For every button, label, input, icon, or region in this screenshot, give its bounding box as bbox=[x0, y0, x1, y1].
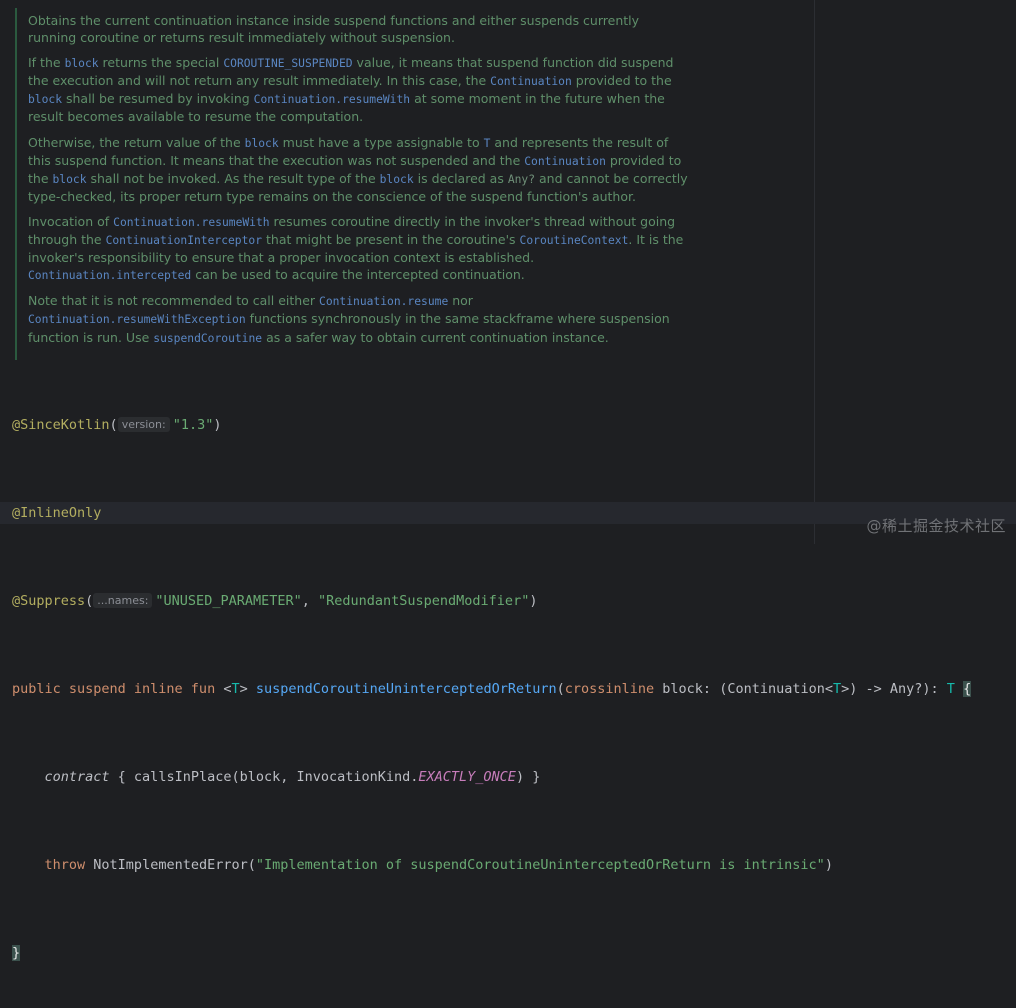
code-line-signature[interactable]: public suspend inline fun <T> suspendCor… bbox=[12, 678, 972, 700]
doc-code-ref[interactable]: block bbox=[245, 137, 279, 150]
doc-code-ref[interactable]: COROUTINE_SUSPENDED bbox=[223, 57, 352, 70]
matched-brace: { bbox=[963, 681, 972, 697]
doc-code-ref[interactable]: Continuation.resume bbox=[319, 295, 448, 308]
code-line-throw[interactable]: throw NotImplementedError("Implementatio… bbox=[12, 854, 971, 876]
code-line-contract[interactable]: contract { callsInPlace(block, Invocatio… bbox=[12, 766, 971, 788]
code-editor[interactable]: Obtains the current continuation instanc… bbox=[0, 0, 1016, 961]
matched-brace: } bbox=[12, 945, 21, 961]
doc-code-ref[interactable]: CoroutineContext bbox=[520, 234, 629, 247]
doc-paragraph-2: If the block returns the special COROUTI… bbox=[28, 55, 674, 125]
rendered-doc-comment[interactable]: Obtains the current continuation instanc… bbox=[28, 12, 688, 355]
doc-code-ref[interactable]: ContinuationInterceptor bbox=[106, 234, 262, 247]
doc-code-ref[interactable]: Continuation.resumeWith bbox=[254, 93, 410, 106]
doc-code-ref[interactable]: suspendCoroutine bbox=[153, 332, 262, 345]
param-name-hint: ...names: bbox=[93, 593, 153, 608]
code-line-inline-only[interactable]: @InlineOnly bbox=[12, 502, 971, 524]
doc-paragraph-4: Invocation of Continuation.resumeWith re… bbox=[28, 213, 684, 283]
doc-paragraph-1: Obtains the current continuation instanc… bbox=[28, 13, 640, 46]
code-line-since-kotlin[interactable]: @SinceKotlin(version: "1.3") bbox=[12, 414, 971, 436]
code-line-closing-brace[interactable]: } bbox=[12, 942, 971, 964]
doc-comment-gutter-bar bbox=[15, 8, 17, 360]
doc-paragraph-5: Note that it is not recommended to call … bbox=[28, 293, 670, 345]
doc-code-ref[interactable]: Continuation bbox=[524, 155, 606, 168]
watermark: @稀土掘金技术社区 bbox=[866, 517, 1006, 535]
doc-code-ref[interactable]: block bbox=[65, 57, 99, 70]
doc-code-ref[interactable]: block bbox=[53, 173, 87, 186]
doc-inline-code: Any? bbox=[507, 172, 536, 186]
param-name-hint: version: bbox=[117, 417, 170, 432]
doc-code-ref[interactable]: Continuation.resumeWith bbox=[113, 216, 269, 229]
doc-code-ref[interactable]: block bbox=[28, 93, 62, 106]
code-block[interactable]: @SinceKotlin(version: "1.3") @InlineOnly … bbox=[12, 370, 972, 1008]
doc-paragraph-3: Otherwise, the return value of the block… bbox=[28, 134, 688, 204]
doc-code-ref[interactable]: Continuation bbox=[490, 75, 572, 88]
doc-code-ref[interactable]: Continuation.intercepted bbox=[28, 269, 191, 282]
doc-code-ref[interactable]: Continuation.resumeWithException bbox=[28, 313, 246, 326]
doc-code-ref[interactable]: block bbox=[380, 173, 414, 186]
function-name[interactable]: suspendCoroutineUninterceptedOrReturn bbox=[256, 681, 557, 697]
code-line-suppress[interactable]: @Suppress(...names: "UNUSED_PARAMETER", "… bbox=[12, 590, 971, 612]
